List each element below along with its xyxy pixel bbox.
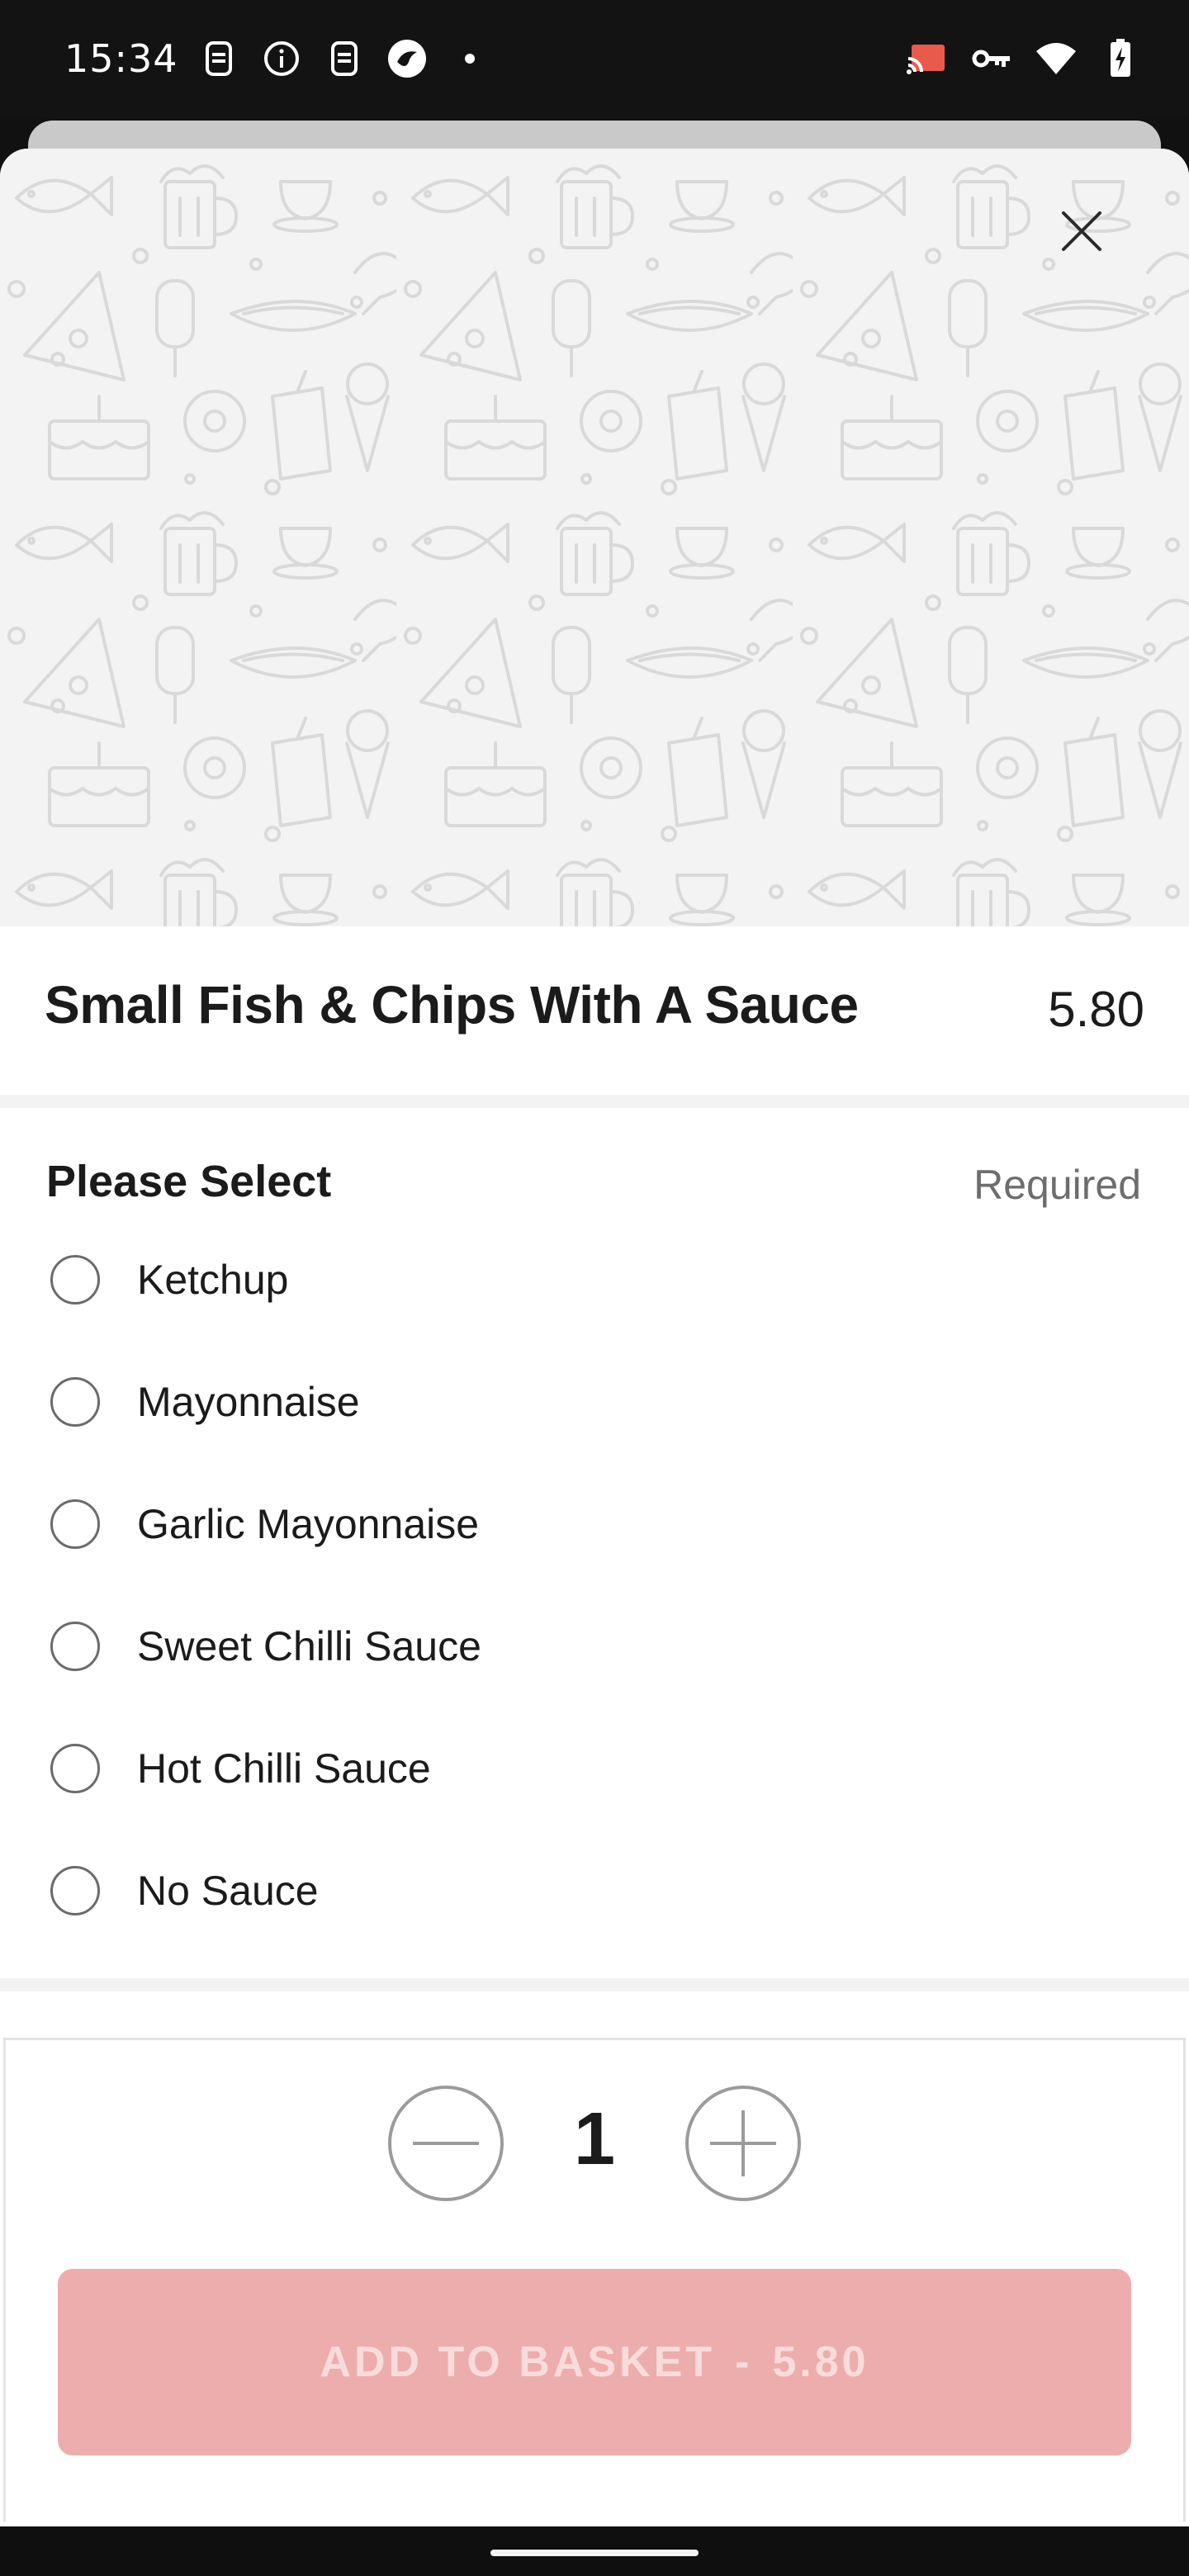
vpn-key-icon (969, 36, 1014, 81)
app-icon (385, 36, 429, 81)
status-system-icons (905, 36, 1143, 81)
dot-icon (448, 36, 492, 81)
option-label: Garlic Mayonnaise (137, 1501, 480, 1547)
info-icon (259, 36, 304, 81)
options-heading: Please Select (46, 1157, 332, 1206)
item-title: Small Fish & Chips With A Sauce (45, 975, 859, 1035)
status-notification-icons (197, 36, 492, 81)
option-garlic-mayonnaise[interactable]: Garlic Mayonnaise (0, 1466, 1189, 1582)
option-label: Hot Chilli Sauce (137, 1745, 431, 1792)
section-divider (0, 1095, 1189, 1108)
option-label: No Sauce (137, 1868, 319, 1914)
option-label: Sweet Chilli Sauce (137, 1623, 481, 1669)
section-divider (0, 1978, 1189, 1991)
increment-button[interactable] (685, 2086, 801, 2201)
radio-button[interactable] (50, 1744, 100, 1793)
option-hot-chilli-sauce[interactable]: Hot Chilli Sauce (0, 1711, 1189, 1826)
cast-icon (905, 36, 950, 81)
status-bar: 15:34 (0, 0, 1189, 119)
radio-button[interactable] (50, 1499, 100, 1549)
radio-button[interactable] (50, 1377, 100, 1427)
minus-icon (413, 2142, 479, 2145)
quantity-value: 1 (573, 2098, 616, 2181)
option-sweet-chilli-sauce[interactable]: Sweet Chilli Sauce (0, 1589, 1189, 1704)
sim-icon (197, 36, 241, 81)
option-label: Ketchup (137, 1257, 289, 1303)
item-price: 5.80 (1048, 982, 1144, 1037)
sim-icon (322, 36, 367, 81)
option-label: Mayonnaise (137, 1379, 360, 1425)
add-to-basket-button[interactable]: ADD TO BASKET - 5.80 (58, 2269, 1131, 2455)
close-icon (1062, 211, 1101, 251)
radio-button[interactable] (50, 1866, 100, 1915)
add-to-basket-separator: - (735, 2338, 753, 2386)
option-no-sauce[interactable]: No Sauce (0, 1833, 1189, 1949)
close-button[interactable] (1049, 198, 1115, 264)
item-image-placeholder (0, 149, 1189, 926)
status-time: 15:34 (64, 36, 178, 81)
add-to-basket-price: 5.80 (772, 2338, 869, 2386)
battery-charging-icon (1098, 36, 1143, 81)
decrement-button[interactable] (388, 2086, 504, 2201)
plus-icon (710, 2110, 776, 2176)
food-pattern-illustration (0, 149, 1189, 926)
required-label: Required (973, 1162, 1141, 1208)
option-mayonnaise[interactable]: Mayonnaise (0, 1344, 1189, 1460)
option-ketchup[interactable]: Ketchup (0, 1222, 1189, 1338)
wifi-icon (1034, 36, 1078, 81)
radio-button[interactable] (50, 1255, 100, 1305)
radio-button[interactable] (50, 1622, 100, 1671)
home-gesture-handle[interactable] (490, 2550, 699, 2556)
add-to-basket-label: ADD TO BASKET (320, 2338, 716, 2386)
